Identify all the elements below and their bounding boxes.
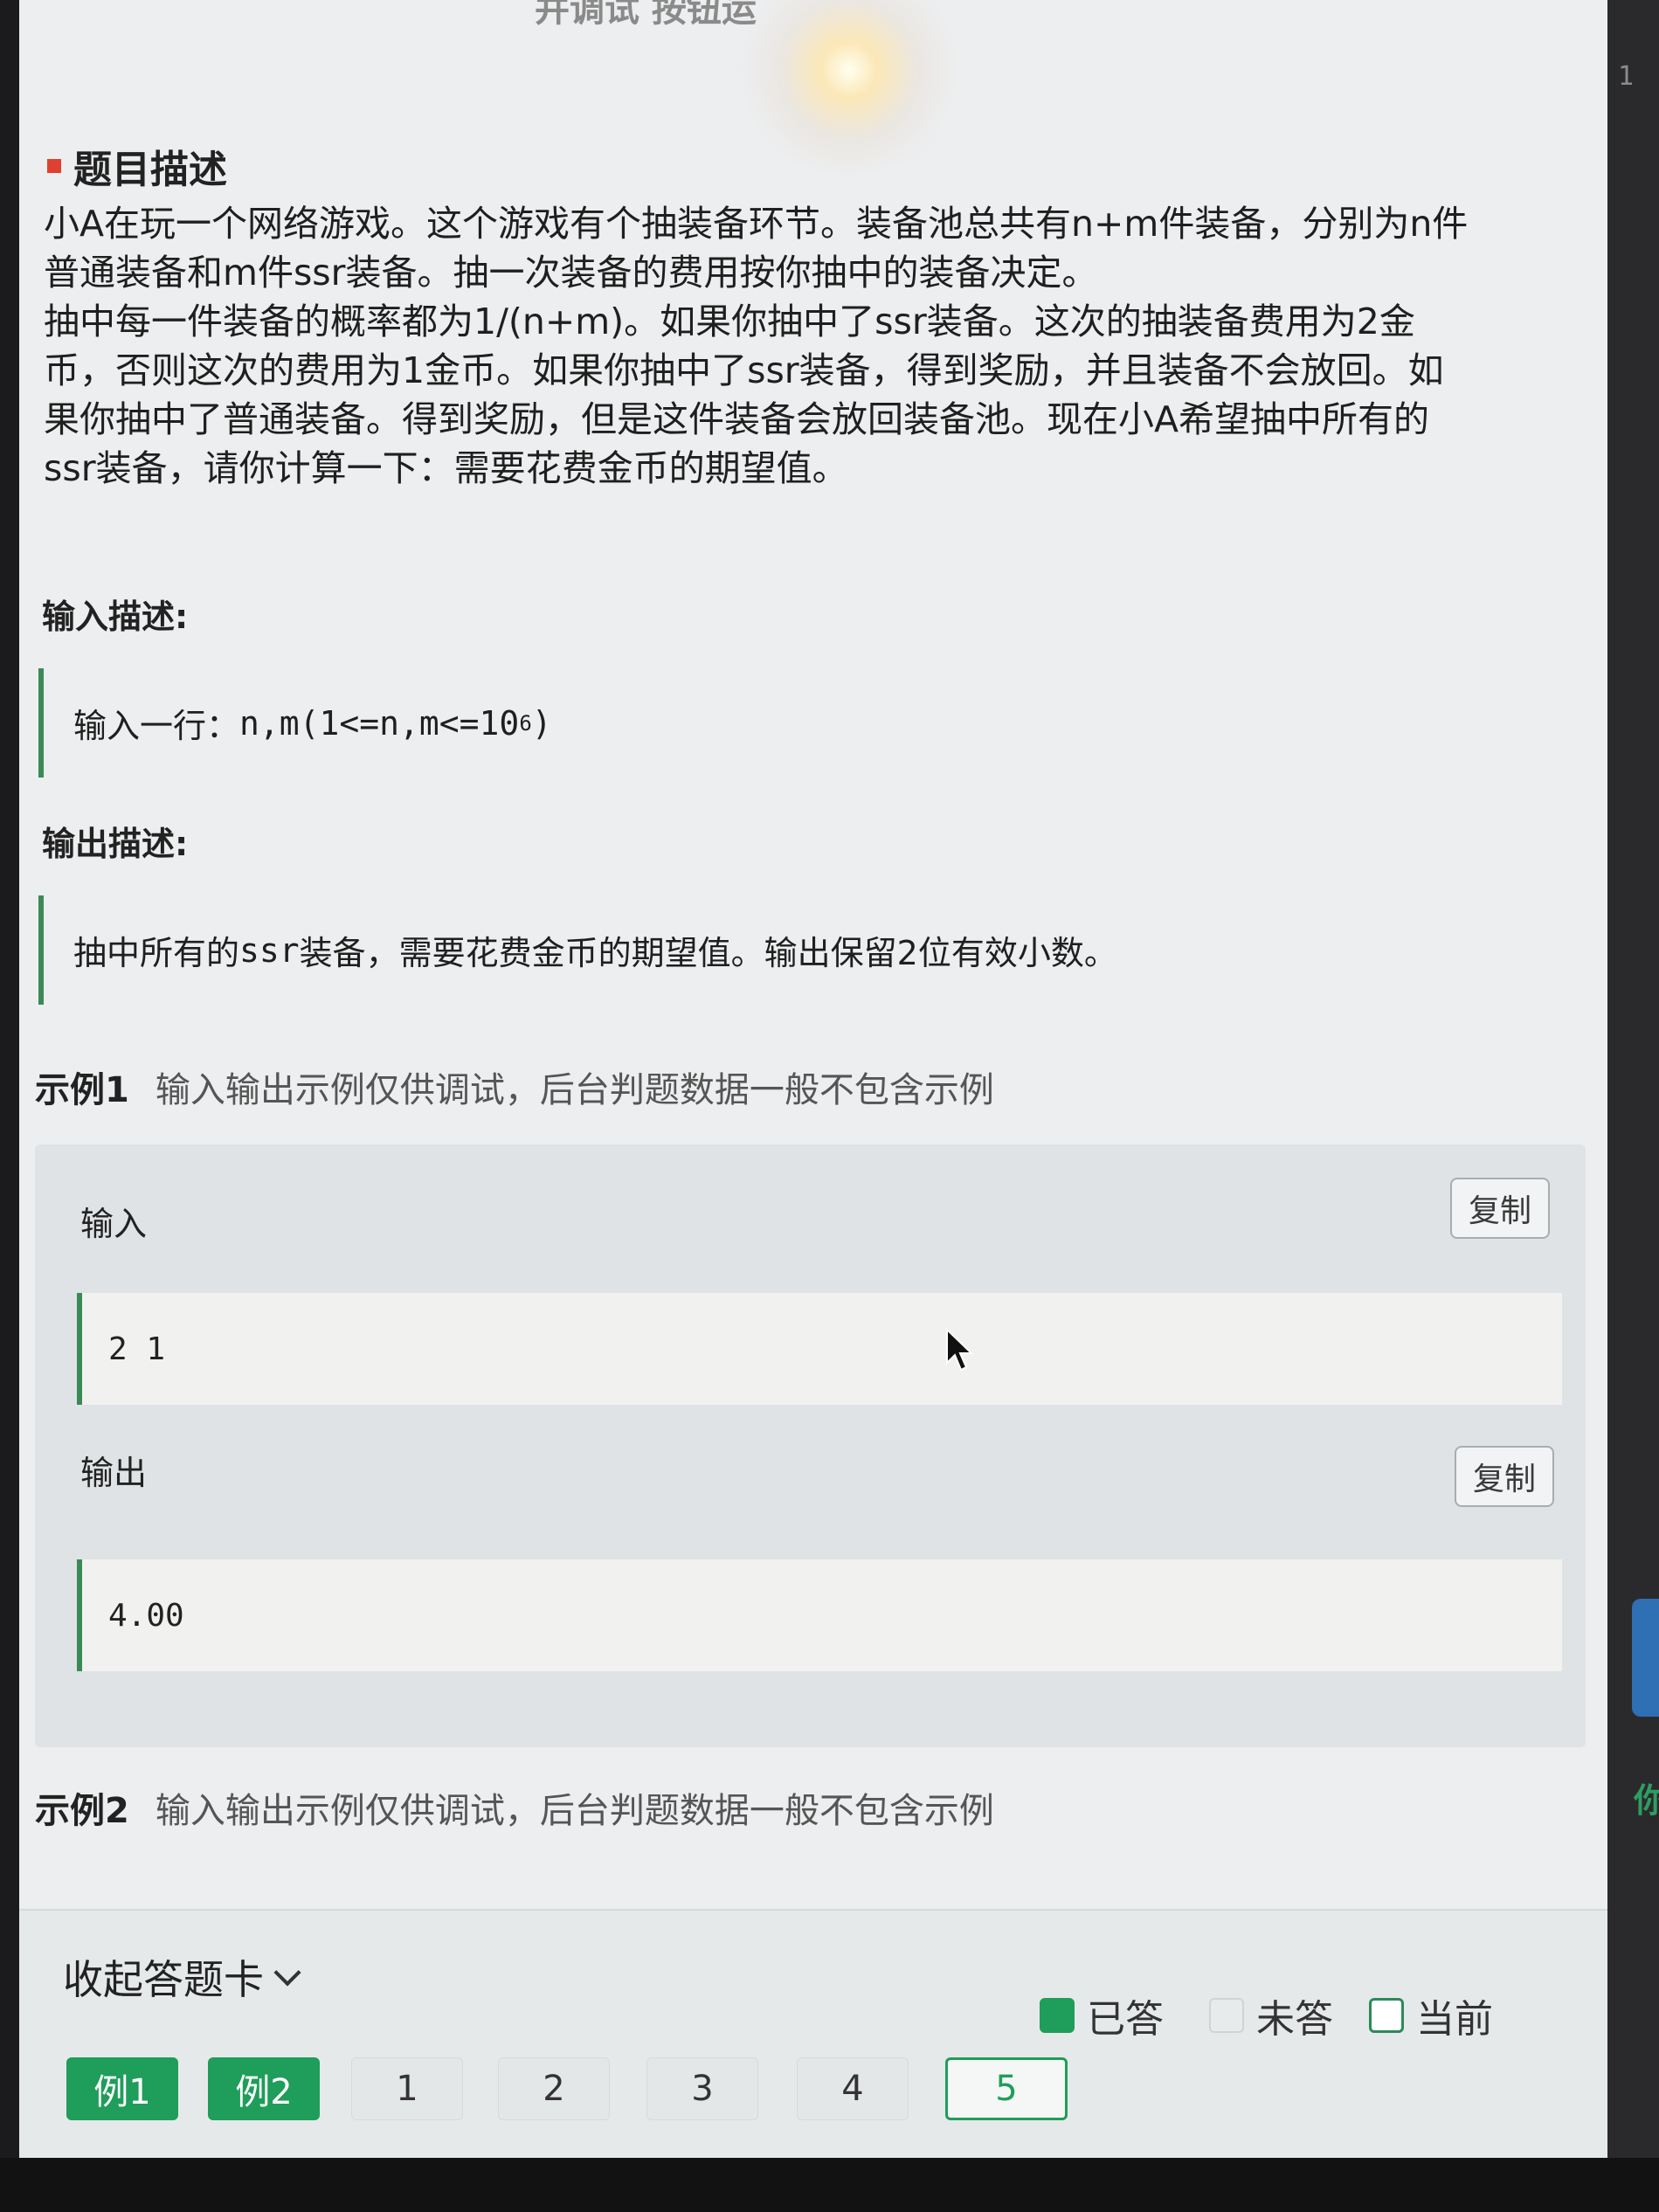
problem-line: 小A在玩一个网络游戏。这个游戏有个抽装备环节。装备池总共有n+m件装备，分别为n… xyxy=(44,203,1469,245)
unanswered-swatch-icon xyxy=(1209,1998,1244,2033)
example1-output-label: 输出 xyxy=(80,1454,148,1492)
output-desc-text-b: 装备，需要花费金币的期望值。输出保留2位有效小数。 xyxy=(299,934,1117,972)
example1-header: 示例1 输入输出示例仅供调试，后台判题数据一般不包含示例 xyxy=(35,1061,994,1112)
question-button-5-current[interactable]: 5 xyxy=(945,2057,1068,2120)
legend-unanswered-label: 未答 xyxy=(1256,1997,1333,2042)
legend-answered: 已答 xyxy=(1040,1987,1164,2043)
legend-current: 当前 xyxy=(1369,1987,1493,2043)
copy-output-button[interactable]: 复制 xyxy=(1455,1446,1554,1507)
section-title: 题目描述 xyxy=(47,138,227,194)
collapse-label: 收起答题卡 xyxy=(63,1956,264,2003)
problem-line: ssr装备，请你计算一下：需要花费金币的期望值。 xyxy=(44,447,848,489)
legend-answered-label: 已答 xyxy=(1087,1997,1164,2042)
example1-note: 输入输出示例仅供调试，后台判题数据一般不包含示例 xyxy=(155,1070,994,1110)
problem-line: 币，否则这次的费用为1金币。如果你抽中了ssr装备，得到奖励，并且装备不会放回。… xyxy=(44,349,1444,391)
question-button-3[interactable]: 3 xyxy=(646,2057,758,2120)
copy-input-button[interactable]: 复制 xyxy=(1450,1178,1550,1239)
collapse-answer-card-button[interactable]: 收起答题卡 xyxy=(63,1948,301,2006)
title-marker-icon xyxy=(47,159,61,173)
input-desc-suffix: ) xyxy=(531,703,552,743)
question-button-4[interactable]: 4 xyxy=(797,2057,909,2120)
question-button-2[interactable]: 2 xyxy=(498,2057,610,2120)
legend-current-label: 当前 xyxy=(1416,1997,1493,2042)
chevron-down-icon xyxy=(273,1959,301,1987)
output-desc-code: ssr xyxy=(239,930,300,970)
mouse-cursor-icon xyxy=(946,1328,974,1372)
input-desc-quote: 输入一行： n,m(1<=n,m<=10 6 ) xyxy=(38,668,1550,778)
input-desc-label: 输入描述: xyxy=(42,598,189,636)
output-desc-quote: 抽中所有的 ssr 装备，需要花费金币的期望值。输出保留2位有效小数。 xyxy=(38,895,1550,1005)
line-number: 1 xyxy=(1618,61,1635,92)
example1-box: 输入 复制 2 1 输出 复制 4.00 xyxy=(35,1144,1586,1747)
question-button-example1[interactable]: 例1 xyxy=(66,2057,178,2120)
example2-note: 输入输出示例仅供调试，后台判题数据一般不包含示例 xyxy=(155,1791,994,1831)
current-swatch-icon xyxy=(1369,1998,1404,2033)
example1-title: 示例1 xyxy=(35,1070,129,1110)
answered-swatch-icon xyxy=(1040,1998,1075,2033)
screen-bezel xyxy=(0,2158,1659,2212)
question-button-example2[interactable]: 例2 xyxy=(208,2057,320,2120)
side-text-fragment: 你 xyxy=(1634,1781,1659,1820)
problem-line: 果你抽中了普通装备。得到奖励，但是这件装备会放回装备池。现在小A希望抽中所有的 xyxy=(44,398,1430,440)
problem-description: 小A在玩一个网络游戏。这个游戏有个抽装备环节。装备池总共有n+m件装备，分别为n… xyxy=(44,199,1564,493)
example1-output-value: 4.00 xyxy=(77,1559,1562,1671)
top-cut-text: 并调试 按钮运 xyxy=(535,0,757,30)
example1-input-label: 输入 xyxy=(80,1205,148,1243)
output-desc-label: 输出描述: xyxy=(42,825,189,863)
output-desc-text-a: 抽中所有的 xyxy=(73,934,240,972)
input-desc-code: n,m(1<=n,m<=10 xyxy=(239,703,520,743)
problem-line: 普通装备和m件ssr装备。抽一次装备的费用按你抽中的装备决定。 xyxy=(44,252,1098,294)
screen: 并调试 按钮运 题目描述 小A在玩一个网络游戏。这个游戏有个抽装备环节。装备池总… xyxy=(19,0,1607,2158)
example2-title: 示例2 xyxy=(35,1791,129,1831)
screen-glare xyxy=(736,0,963,175)
input-desc-sup: 6 xyxy=(519,710,532,736)
section-title-text: 题目描述 xyxy=(73,148,227,192)
example2-header: 示例2 输入输出示例仅供调试，后台判题数据一般不包含示例 xyxy=(35,1782,994,1833)
legend-unanswered: 未答 xyxy=(1209,1987,1333,2043)
input-desc-prefix: 输入一行： xyxy=(73,707,240,745)
side-tab[interactable] xyxy=(1632,1599,1659,1717)
problem-line: 抽中每一件装备的概率都为1/(n+m)。如果你抽中了ssr装备。这次的抽装备费用… xyxy=(44,301,1415,342)
example1-input-value: 2 1 xyxy=(77,1293,1562,1405)
question-button-1[interactable]: 1 xyxy=(351,2057,463,2120)
editor-gutter xyxy=(1607,0,1659,2212)
